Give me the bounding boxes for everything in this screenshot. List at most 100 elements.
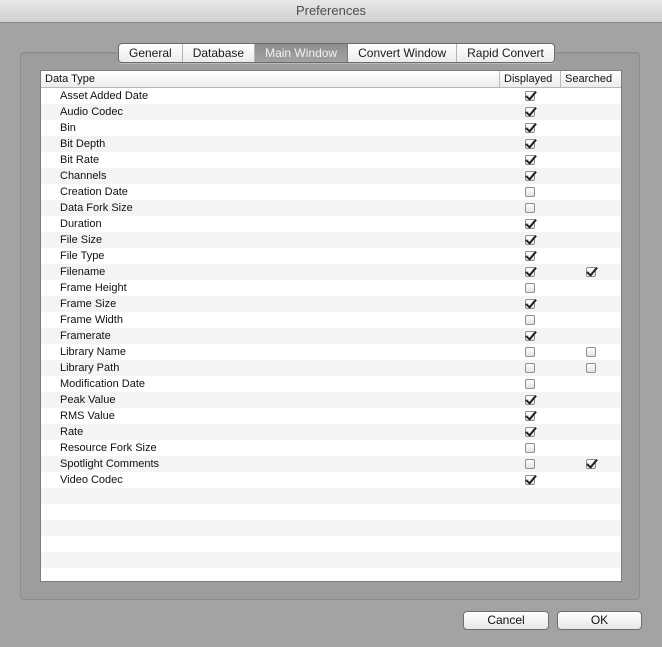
data-type-name: Peak Value <box>60 394 116 406</box>
searched-checkbox[interactable] <box>585 347 596 357</box>
data-type-name: Frame Width <box>60 314 123 326</box>
searched-cell <box>560 120 621 136</box>
table-row[interactable]: Creation Date <box>41 184 621 200</box>
ok-button[interactable]: OK <box>557 611 642 630</box>
displayed-cell <box>499 136 560 152</box>
displayed-checkbox[interactable] <box>524 443 535 453</box>
displayed-checkbox[interactable] <box>524 299 535 309</box>
searched-checkbox[interactable] <box>585 459 596 469</box>
displayed-checkbox[interactable] <box>524 267 535 277</box>
table-row[interactable]: Framerate <box>41 328 621 344</box>
displayed-checkbox[interactable] <box>524 347 535 357</box>
displayed-cell <box>499 392 560 408</box>
empty-row <box>41 568 621 581</box>
table-row[interactable]: Filename <box>41 264 621 280</box>
empty-row <box>41 488 621 504</box>
table-row[interactable]: Peak Value <box>41 392 621 408</box>
tab-main-window[interactable]: Main Window <box>255 44 349 62</box>
displayed-checkbox[interactable] <box>524 123 535 133</box>
displayed-checkbox[interactable] <box>524 219 535 229</box>
displayed-checkbox[interactable] <box>524 107 535 117</box>
displayed-checkbox[interactable] <box>524 171 535 181</box>
table-row[interactable]: Duration <box>41 216 621 232</box>
data-type-name: RMS Value <box>60 410 115 422</box>
table-row[interactable]: Frame Size <box>41 296 621 312</box>
displayed-checkbox[interactable] <box>524 91 535 101</box>
table-row[interactable]: Modification Date <box>41 376 621 392</box>
table-row[interactable]: Audio Codec <box>41 104 621 120</box>
column-header-data-type[interactable]: Data Type <box>41 71 499 87</box>
data-type-name: Library Name <box>60 346 127 358</box>
searched-cell <box>560 232 621 248</box>
displayed-checkbox[interactable] <box>524 411 535 421</box>
displayed-checkbox[interactable] <box>524 395 535 405</box>
table-row[interactable]: Video Codec <box>41 472 621 488</box>
displayed-checkbox[interactable] <box>524 283 535 293</box>
displayed-cell <box>499 408 560 424</box>
table-row[interactable]: File Type <box>41 248 621 264</box>
table-row[interactable]: Asset Added Date <box>41 88 621 104</box>
searched-checkbox[interactable] <box>585 363 596 373</box>
searched-cell <box>560 152 621 168</box>
displayed-cell <box>499 344 560 360</box>
table-row[interactable]: Bit Rate <box>41 152 621 168</box>
data-type-name: Spotlight Comments <box>60 458 160 470</box>
searched-cell <box>560 168 621 184</box>
searched-cell <box>560 440 621 456</box>
table-row[interactable]: RMS Value <box>41 408 621 424</box>
column-header-searched[interactable]: Searched <box>560 71 621 87</box>
searched-cell <box>560 136 621 152</box>
searched-cell <box>560 216 621 232</box>
displayed-checkbox[interactable] <box>524 475 535 485</box>
displayed-checkbox[interactable] <box>524 203 535 213</box>
displayed-checkbox[interactable] <box>524 459 535 469</box>
searched-checkbox[interactable] <box>585 267 596 277</box>
table-row[interactable]: Channels <box>41 168 621 184</box>
searched-cell <box>560 520 621 536</box>
data-type-name: Modification Date <box>60 378 145 390</box>
displayed-cell <box>499 88 560 104</box>
cancel-button[interactable]: Cancel <box>463 611 549 630</box>
tab-database[interactable]: Database <box>183 44 256 62</box>
table-row[interactable]: File Size <box>41 232 621 248</box>
table-row[interactable]: Frame Width <box>41 312 621 328</box>
column-header-displayed[interactable]: Displayed <box>499 71 560 87</box>
tab-general[interactable]: General <box>119 44 183 62</box>
table-body: Asset Added Date Audio Codec Bin Bit Depth B… <box>41 88 621 581</box>
data-type-name: Creation Date <box>60 186 128 198</box>
table-row[interactable]: Rate <box>41 424 621 440</box>
displayed-checkbox[interactable] <box>524 363 535 373</box>
tab-bar: General Database Main Window Convert Win… <box>118 43 555 63</box>
searched-cell <box>560 104 621 120</box>
data-type-name: Filename <box>60 266 106 278</box>
displayed-checkbox[interactable] <box>524 187 535 197</box>
table-row[interactable]: Library Name <box>41 344 621 360</box>
displayed-cell <box>499 152 560 168</box>
table-row[interactable]: Resource Fork Size <box>41 440 621 456</box>
displayed-cell <box>499 488 560 504</box>
displayed-checkbox[interactable] <box>524 155 535 165</box>
searched-cell <box>560 248 621 264</box>
displayed-checkbox[interactable] <box>524 427 535 437</box>
table-row[interactable]: Data Fork Size <box>41 200 621 216</box>
displayed-checkbox[interactable] <box>524 331 535 341</box>
data-type-name: Bit Rate <box>60 154 100 166</box>
displayed-checkbox[interactable] <box>524 315 535 325</box>
table-row[interactable]: Bin <box>41 120 621 136</box>
displayed-checkbox[interactable] <box>524 139 535 149</box>
table-row[interactable]: Spotlight Comments <box>41 456 621 472</box>
displayed-checkbox[interactable] <box>524 379 535 389</box>
table-row[interactable]: Frame Height <box>41 280 621 296</box>
displayed-checkbox[interactable] <box>524 235 535 245</box>
table-row[interactable]: Library Path <box>41 360 621 376</box>
displayed-checkbox[interactable] <box>524 251 535 261</box>
table-row[interactable]: Bit Depth <box>41 136 621 152</box>
displayed-cell <box>499 328 560 344</box>
data-type-name: Rate <box>60 426 84 438</box>
data-type-table: Data Type Displayed Searched Asset Added… <box>40 70 622 582</box>
data-type-name: Library Path <box>60 362 120 374</box>
searched-cell <box>560 424 621 440</box>
tab-convert-window[interactable]: Convert Window <box>348 44 458 62</box>
displayed-cell <box>499 120 560 136</box>
tab-rapid-convert[interactable]: Rapid Convert <box>457 44 554 62</box>
